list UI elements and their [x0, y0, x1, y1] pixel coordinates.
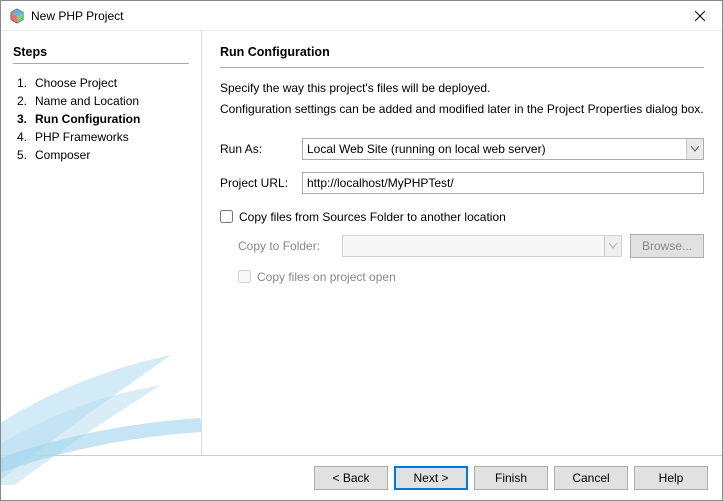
- step-label: Run Configuration: [35, 112, 140, 126]
- steps-heading: Steps: [13, 45, 189, 59]
- copy-to-row: Copy to Folder: Browse...: [238, 234, 704, 258]
- copy-on-open-checkbox: [238, 270, 251, 283]
- main-panel: Run Configuration Specify the way this p…: [202, 31, 722, 455]
- project-url-row: Project URL:: [220, 172, 704, 194]
- step-label: Composer: [35, 148, 90, 162]
- steps-list: 1.Choose Project2.Name and Location3.Run…: [13, 74, 189, 164]
- step-number: 4.: [13, 130, 35, 144]
- run-as-select[interactable]: Local Web Site (running on local web ser…: [302, 138, 704, 160]
- step-number: 1.: [13, 76, 35, 90]
- description-line-1: Specify the way this project's files wil…: [220, 80, 704, 97]
- main-divider: [220, 67, 704, 68]
- dialog-body: Steps 1.Choose Project2.Name and Locatio…: [1, 31, 722, 455]
- cancel-button[interactable]: Cancel: [554, 466, 628, 490]
- window-title: New PHP Project: [31, 9, 677, 23]
- step-item: 2.Name and Location: [13, 92, 189, 110]
- project-url-input[interactable]: [302, 172, 704, 194]
- description-line-2: Configuration settings can be added and …: [220, 101, 704, 118]
- step-label: Choose Project: [35, 76, 117, 90]
- steps-divider: [13, 63, 189, 64]
- step-item: 4.PHP Frameworks: [13, 128, 189, 146]
- back-button[interactable]: < Back: [314, 466, 388, 490]
- copy-to-label: Copy to Folder:: [238, 239, 342, 253]
- step-number: 3.: [13, 112, 35, 126]
- copy-on-open-label: Copy files on project open: [257, 270, 396, 284]
- step-label: PHP Frameworks: [35, 130, 129, 144]
- step-item: 1.Choose Project: [13, 74, 189, 92]
- main-heading: Run Configuration: [220, 45, 704, 59]
- run-as-row: Run As: Local Web Site (running on local…: [220, 138, 704, 160]
- dialog-window: New PHP Project Steps 1.Choose Project2.…: [0, 0, 723, 501]
- steps-sidebar: Steps 1.Choose Project2.Name and Locatio…: [1, 31, 201, 455]
- step-item: 5.Composer: [13, 146, 189, 164]
- copy-to-select: [342, 235, 622, 257]
- step-number: 5.: [13, 148, 35, 162]
- copy-subgroup: Copy to Folder: Browse... Copy files on …: [238, 234, 704, 284]
- titlebar: New PHP Project: [1, 1, 722, 31]
- run-as-label: Run As:: [220, 142, 302, 156]
- copy-on-open-row: Copy files on project open: [238, 270, 704, 284]
- next-button[interactable]: Next >: [394, 466, 468, 490]
- finish-button[interactable]: Finish: [474, 466, 548, 490]
- copy-files-checkbox[interactable]: [220, 210, 233, 223]
- step-item: 3.Run Configuration: [13, 110, 189, 128]
- app-icon: [9, 8, 25, 24]
- footer: < Back Next > Finish Cancel Help: [1, 455, 722, 500]
- step-number: 2.: [13, 94, 35, 108]
- help-button[interactable]: Help: [634, 466, 708, 490]
- close-icon: [695, 11, 705, 21]
- project-url-label: Project URL:: [220, 176, 302, 190]
- copy-to-select-wrap: [342, 235, 622, 257]
- close-button[interactable]: [677, 1, 722, 30]
- copy-files-row: Copy files from Sources Folder to anothe…: [220, 210, 704, 224]
- browse-button: Browse...: [630, 234, 704, 258]
- step-label: Name and Location: [35, 94, 139, 108]
- copy-files-label[interactable]: Copy files from Sources Folder to anothe…: [239, 210, 506, 224]
- run-as-select-wrap: Local Web Site (running on local web ser…: [302, 138, 704, 160]
- form: Run As: Local Web Site (running on local…: [220, 138, 704, 294]
